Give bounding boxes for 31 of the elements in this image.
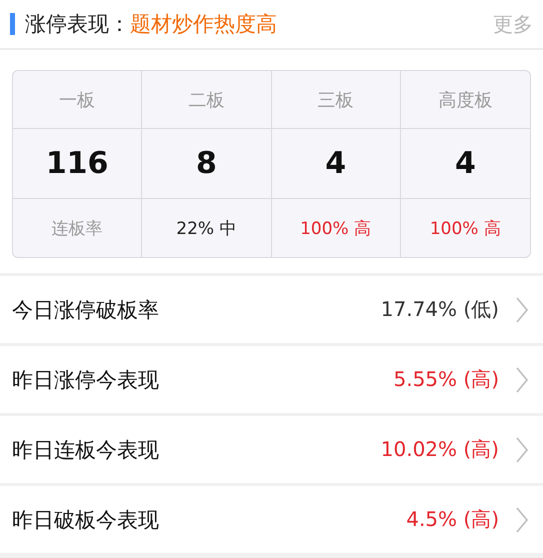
rate-cell-text: 100% 高 — [428, 218, 502, 240]
rate-cell: 100% 高 — [272, 199, 401, 257]
chevron-right-icon — [515, 436, 529, 464]
column-header: 一板 — [13, 71, 142, 129]
row-value: 5.55% (高) — [394, 366, 499, 393]
row-label: 今日涨停破板率 — [12, 296, 159, 324]
column-header: 二板 — [142, 71, 272, 129]
count-cell: 8 — [142, 129, 272, 199]
stat-row[interactable]: 昨日连板今表现 10.02% (高) — [0, 416, 543, 483]
stat-row[interactable]: 昨日涨停今表现 5.55% (高) — [0, 346, 543, 413]
count-cell: 4 — [400, 129, 530, 199]
heat-status: 题材炒作热度高 — [130, 11, 277, 38]
row-label: 昨日涨停今表现 — [12, 366, 159, 394]
chevron-right-icon — [515, 366, 529, 394]
column-header: 高度板 — [400, 71, 530, 129]
column-header: 三板 — [272, 71, 401, 129]
row-value: 10.02% (高) — [380, 436, 499, 463]
chevron-right-icon — [515, 506, 529, 534]
row-label: 昨日连板今表现 — [12, 436, 159, 464]
count-cell: 116 — [13, 129, 142, 199]
row-value: 17.74% (低) — [380, 296, 499, 323]
stat-row[interactable]: 今日涨停破板率 17.74% (低) — [0, 276, 543, 343]
section-title: 涨停表现： — [25, 11, 130, 38]
rate-cell: 22% 中 — [142, 199, 272, 257]
stat-row[interactable]: 昨日破板今表现 4.5% (高) — [0, 486, 543, 553]
row-label: 昨日破板今表现 — [12, 506, 159, 534]
chevron-right-icon — [515, 296, 529, 324]
count-cell: 4 — [272, 129, 401, 199]
rate-cell: 连板率 — [13, 199, 142, 257]
row-value: 4.5% (高) — [406, 506, 499, 533]
accent-bar — [10, 13, 15, 35]
